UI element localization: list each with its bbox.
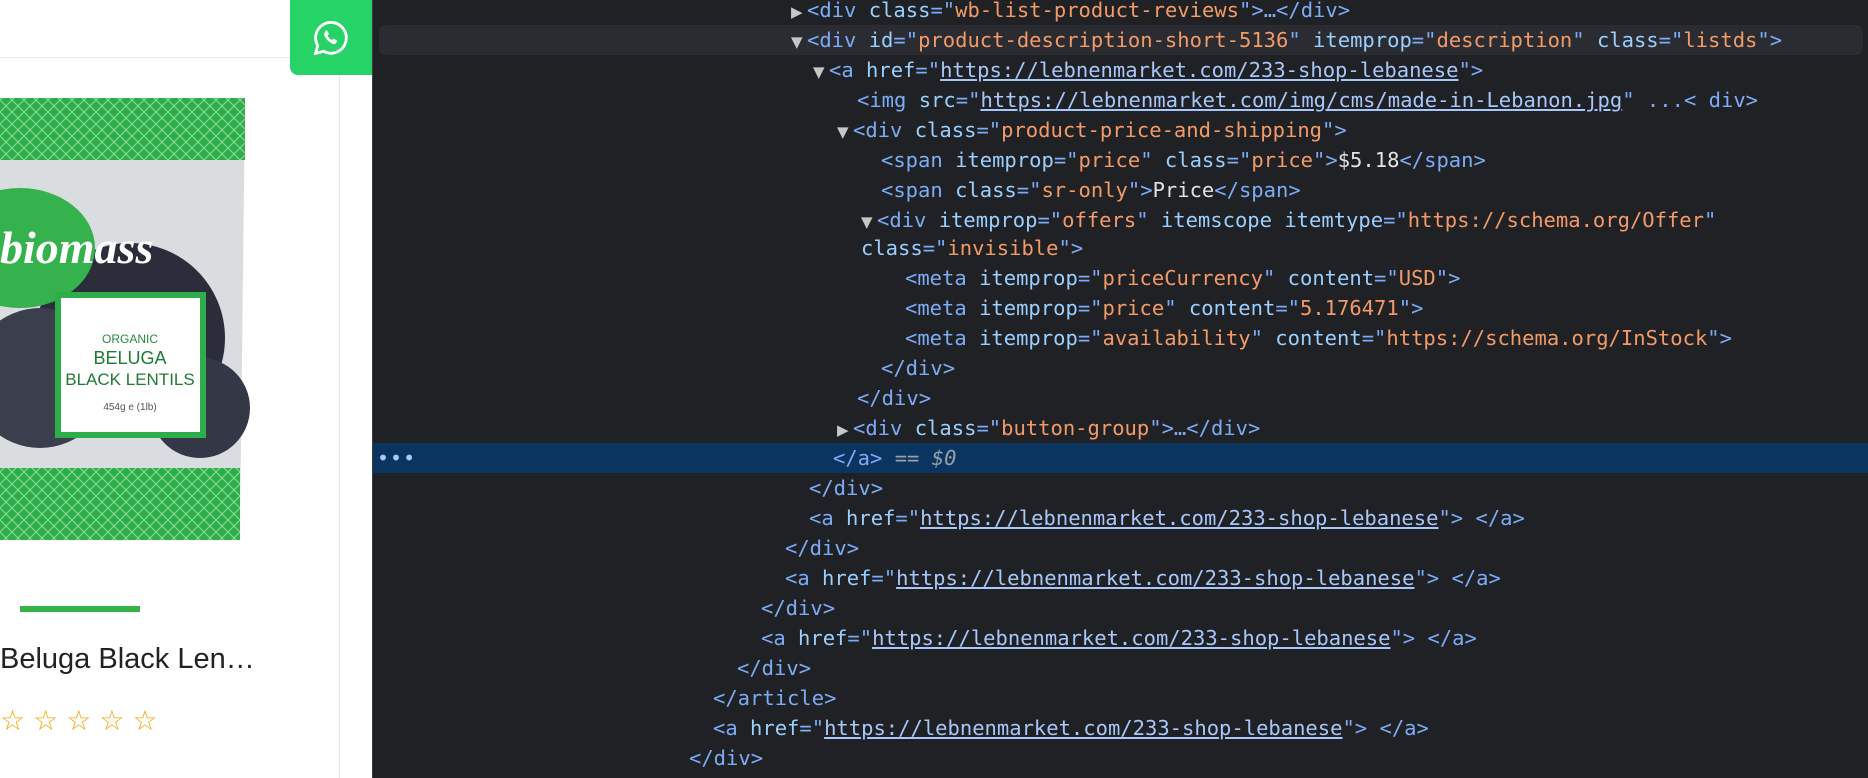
- dom-node-row[interactable]: </div>: [373, 593, 1868, 623]
- dom-node-row[interactable]: </div>: [373, 533, 1868, 563]
- svg-text:ORGANIC: ORGANIC: [102, 332, 158, 346]
- header-divider: [0, 57, 290, 58]
- dom-node-row[interactable]: ▼ <div id="product-description-short-5136…: [379, 25, 1863, 55]
- dom-node-row[interactable]: ▼ <div class="product-price-and-shipping"…: [373, 115, 1868, 145]
- product-image[interactable]: biomass ORGANIC BELUGA BLACK LENTILS 454…: [0, 88, 250, 548]
- rating-stars: ☆ ☆ ☆ ☆ ☆: [0, 707, 158, 735]
- href-link[interactable]: https://lebnenmarket.com/233-shop-lebane…: [896, 566, 1414, 590]
- collapse-triangle-icon[interactable]: ▼: [837, 117, 853, 147]
- dom-node-row[interactable]: <a href="https://lebnenmarket.com/233-sh…: [373, 623, 1868, 653]
- svg-text:BLACK LENTILS: BLACK LENTILS: [65, 370, 194, 389]
- expand-triangle-icon[interactable]: ▶: [837, 415, 853, 445]
- href-link[interactable]: https://lebnenmarket.com/233-shop-lebane…: [920, 506, 1438, 530]
- column-divider: [339, 0, 340, 778]
- dom-node-row[interactable]: ▶ <div class="button-group">…</div>: [373, 413, 1868, 443]
- brand-logo: biomass: [0, 222, 153, 273]
- svg-text:454g e (1lb): 454g e (1lb): [103, 402, 156, 413]
- dom-node-row[interactable]: <span class="sr-only">Price</span>: [373, 175, 1868, 205]
- dom-node-row[interactable]: <meta itemprop="availability" content="h…: [373, 323, 1868, 353]
- collapse-triangle-icon[interactable]: ▼: [813, 57, 829, 87]
- star-icon: ☆: [99, 704, 125, 737]
- src-link[interactable]: https://lebnenmarket.com/img/cms/made-in…: [980, 88, 1622, 112]
- dom-node-row[interactable]: <a href="https://lebnenmarket.com/233-sh…: [373, 503, 1868, 533]
- star-icon: ☆: [66, 704, 92, 737]
- page-preview: biomass ORGANIC BELUGA BLACK LENTILS 454…: [0, 0, 372, 778]
- whatsapp-button[interactable]: [290, 0, 372, 75]
- accent-bar: [20, 606, 140, 612]
- dom-node-row[interactable]: ▼ <div itemprop="offers" itemscope itemty…: [373, 205, 1868, 235]
- svg-text:BELUGA: BELUGA: [93, 348, 166, 368]
- dom-node-row-selected[interactable]: ••• </a> == $0: [373, 443, 1868, 473]
- dom-node-row[interactable]: ▼ <a href="https://lebnenmarket.com/233-s…: [373, 55, 1868, 85]
- star-icon: ☆: [132, 704, 158, 737]
- href-link[interactable]: https://lebnenmarket.com/233-shop-lebane…: [872, 626, 1390, 650]
- product-title[interactable]: Beluga Black Len…: [0, 643, 255, 676]
- star-icon: ☆: [0, 704, 26, 737]
- dom-node-row[interactable]: </div>: [373, 473, 1868, 503]
- dom-node-row[interactable]: </div>: [373, 653, 1868, 683]
- dom-node-row[interactable]: <a href="https://lebnenmarket.com/233-sh…: [373, 713, 1868, 743]
- dom-node-row[interactable]: </div>: [373, 353, 1868, 383]
- href-link[interactable]: https://lebnenmarket.com/233-shop-lebane…: [940, 58, 1458, 82]
- collapse-triangle-icon[interactable]: ▼: [791, 27, 807, 57]
- more-options-icon[interactable]: •••: [377, 443, 416, 473]
- dom-node-row[interactable]: ▶ <div class="wb-list-product-reviews">…<…: [373, 0, 1868, 25]
- dom-node-row[interactable]: <span itemprop="price" class="price">$5.…: [373, 145, 1868, 175]
- devtools-elements-panel: ▶ <div class="wb-list-product-reviews">…<…: [372, 0, 1868, 778]
- star-icon: ☆: [33, 704, 59, 737]
- dom-node-row[interactable]: </div>: [373, 743, 1868, 773]
- href-link[interactable]: https://lebnenmarket.com/233-shop-lebane…: [824, 716, 1342, 740]
- dom-node-row[interactable]: <meta itemprop="price" content="5.176471…: [373, 293, 1868, 323]
- dom-node-row[interactable]: </article>: [373, 683, 1868, 713]
- dom-node-row[interactable]: <a href="https://lebnenmarket.com/233-sh…: [373, 563, 1868, 593]
- dom-node-row[interactable]: class="invisible">: [373, 233, 1868, 263]
- dom-node-row[interactable]: <meta itemprop="priceCurrency" content="…: [373, 263, 1868, 293]
- expand-triangle-icon[interactable]: ▶: [791, 0, 807, 27]
- whatsapp-icon: [313, 20, 348, 55]
- dom-node-row[interactable]: </div>: [373, 383, 1868, 413]
- dom-node-row[interactable]: <img src="https://lebnenmarket.com/img/c…: [373, 85, 1868, 115]
